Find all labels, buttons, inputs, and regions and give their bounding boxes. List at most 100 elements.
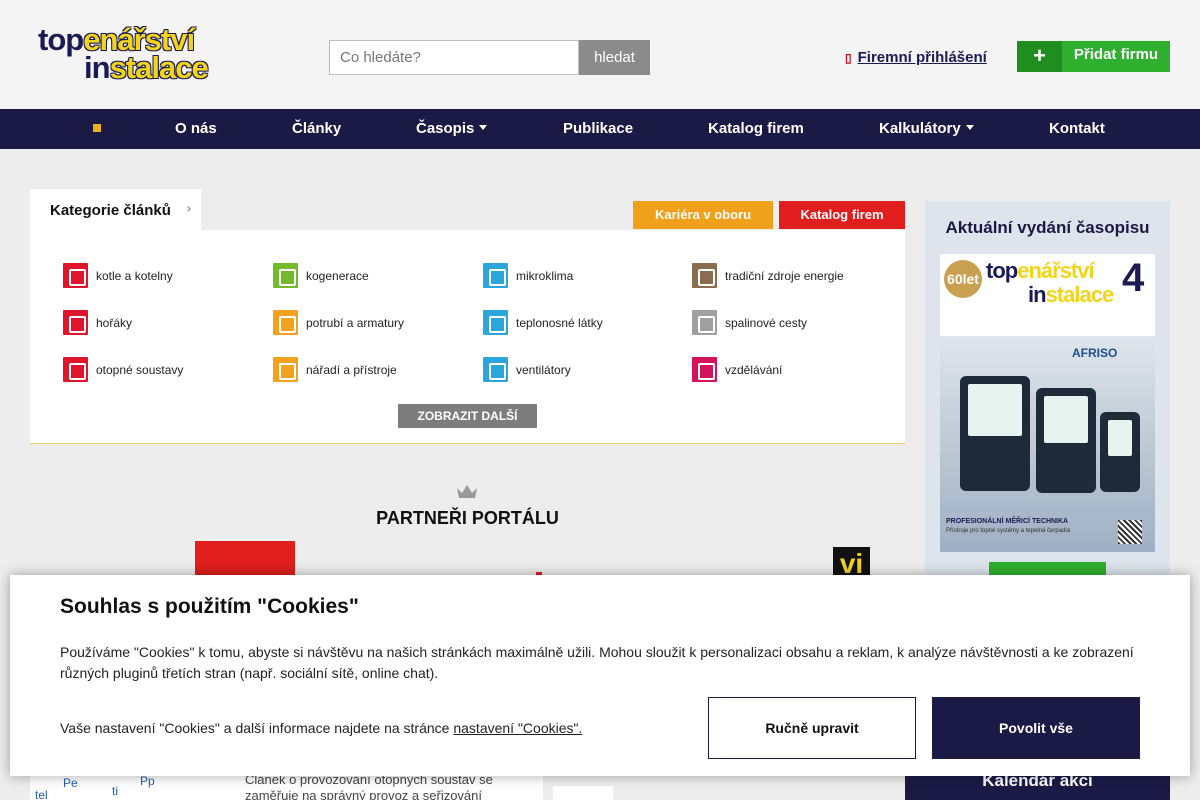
caret-down-icon xyxy=(965,125,974,130)
category-item[interactable]: vzdělávání xyxy=(692,357,782,382)
device-image xyxy=(1036,388,1096,493)
anniversary-badge: 60let xyxy=(944,260,982,298)
cookie-settings-link[interactable]: nastavení "Cookies". xyxy=(453,720,582,736)
category-label: nářadí a přístroje xyxy=(306,362,397,377)
category-item[interactable]: otopné soustavy xyxy=(63,357,183,382)
company-login-label: Firemní přihlášení xyxy=(857,49,987,66)
microclimate-icon xyxy=(483,263,508,288)
radiator-icon xyxy=(63,357,88,382)
caret-down-icon xyxy=(479,125,488,130)
sidebar-current-issue: Aktuální vydání časopisu 60let topenářst… xyxy=(925,201,1170,601)
nav-magazine[interactable]: Časopis xyxy=(416,109,488,149)
article-thumbnail[interactable]: Pe tel ti Pp xyxy=(30,772,200,800)
cover-logo-text: top xyxy=(986,258,1018,283)
category-item[interactable]: potrubí a armatury xyxy=(273,310,404,335)
category-item[interactable]: teplonosné látky xyxy=(483,310,603,335)
cover-logo-text: in xyxy=(1028,282,1047,307)
cookie-accept-all-button[interactable]: Povolit vše xyxy=(932,697,1140,759)
cover-subcaption: Přístroje pro topné systémy a tepelná če… xyxy=(946,528,1071,534)
category-panel: kotle a kotelny kogenerace mikroklima tr… xyxy=(30,230,905,444)
burner-icon xyxy=(63,310,88,335)
cover-caption: PROFESIONÁLNÍ MĚŘICÍ TECHNIKA xyxy=(946,518,1069,525)
category-label: teplonosné látky xyxy=(516,315,603,330)
nav-contact[interactable]: Kontakt xyxy=(1049,109,1105,149)
main-nav: O nás Články Časopis Publikace Katalog f… xyxy=(0,109,1200,149)
nav-home[interactable] xyxy=(93,109,101,149)
nav-catalog[interactable]: Katalog firem xyxy=(708,109,804,149)
cover-logo-text: stalace xyxy=(1045,282,1115,307)
cookie-description: Používáme "Cookies" k tomu, abyste si ná… xyxy=(60,644,1134,681)
cookie-title: Souhlas s použitím "Cookies" xyxy=(60,595,359,618)
category-label: ventilátory xyxy=(516,362,571,377)
pipe-icon xyxy=(273,310,298,335)
magazine-cover[interactable]: 60let topenářství instalace 4 AFRISO PRO… xyxy=(940,254,1155,552)
category-label: kotle a kotelny xyxy=(96,268,173,283)
plus-icon: + xyxy=(1017,41,1062,72)
search-form: hledat xyxy=(329,40,650,75)
chimney-icon xyxy=(692,310,717,335)
cover-header: 60let topenářství instalace 4 xyxy=(940,254,1155,336)
diagram-label: Pp xyxy=(140,774,155,788)
sidebar-title: Aktuální vydání časopisu xyxy=(945,218,1150,237)
tab-article-categories[interactable]: Kategorie článků xyxy=(30,189,201,230)
cookie-customize-button[interactable]: Ručně upravit xyxy=(708,697,916,759)
site-header: topenářství instalace hledat ▯ Firemní p… xyxy=(0,0,1200,109)
category-label: potrubí a armatury xyxy=(306,315,405,330)
category-item[interactable]: tradiční zdroje energie xyxy=(692,263,844,288)
nav-calculators[interactable]: Kalkulátory xyxy=(879,109,974,149)
home-icon xyxy=(93,124,101,132)
logo-text: in xyxy=(84,50,111,85)
education-icon xyxy=(692,357,717,382)
partners-title: PARTNEŘI PORTÁLU xyxy=(376,508,559,528)
nav-magazine-label: Časopis xyxy=(416,120,475,137)
cover-logo-text: enářství xyxy=(1017,258,1094,283)
add-firm-label: Přidat firmu xyxy=(1073,46,1159,63)
nav-publications[interactable]: Publikace xyxy=(563,109,633,149)
lock-icon: ▯ xyxy=(845,50,852,65)
qr-code xyxy=(1118,520,1142,544)
category-item[interactable]: kotle a kotelny xyxy=(63,263,173,288)
fan-icon xyxy=(483,357,508,382)
catalog-button[interactable]: Katalog firem xyxy=(779,201,905,229)
category-item[interactable]: mikroklima xyxy=(483,263,573,288)
tools-icon xyxy=(273,357,298,382)
category-item[interactable]: nářadí a přístroje xyxy=(273,357,397,382)
category-label: hořáky xyxy=(96,315,133,330)
cookie-consent-dialog: Souhlas s použitím "Cookies" Používáme "… xyxy=(10,575,1190,776)
diagram-label: Pe xyxy=(63,776,78,790)
tab-label: Kategorie článků xyxy=(50,202,171,219)
category-item[interactable]: hořáky xyxy=(63,310,132,335)
cogeneration-icon xyxy=(273,263,298,288)
traditional-energy-icon xyxy=(692,263,717,288)
article-excerpt: Článek o provozování otopných soustav se… xyxy=(245,772,493,800)
diagram-label: tel xyxy=(35,788,48,800)
add-firm-button[interactable]: + Přidat firmu xyxy=(1017,41,1170,72)
nav-calculators-label: Kalkulátory xyxy=(879,120,961,137)
category-label: tradiční zdroje energie xyxy=(725,268,844,283)
site-logo[interactable]: topenářství instalace xyxy=(38,24,243,86)
show-more-button[interactable]: ZOBRAZIT DALŠÍ xyxy=(398,404,537,428)
cookie-settings-text: Vaše nastavení "Cookies" a další informa… xyxy=(60,720,582,736)
category-label: vzdělávání xyxy=(725,362,783,377)
article-card[interactable]: Článek o provozování otopných soustav se… xyxy=(200,772,543,800)
search-button[interactable]: hledat xyxy=(579,40,650,75)
category-label: mikroklima xyxy=(516,268,574,283)
category-label: otopné soustavy xyxy=(96,362,184,377)
nav-about[interactable]: O nás xyxy=(175,109,217,149)
search-input[interactable] xyxy=(329,40,579,75)
boiler-icon xyxy=(63,263,88,288)
category-label: spalinové cesty xyxy=(725,315,808,330)
crown-icon xyxy=(457,485,477,498)
logo-text: stalace xyxy=(109,50,209,85)
category-item[interactable]: spalinové cesty xyxy=(692,310,807,335)
advertiser-brand: AFRISO xyxy=(1072,346,1118,360)
nav-articles[interactable]: Články xyxy=(292,109,341,149)
category-item[interactable]: kogenerace xyxy=(273,263,369,288)
career-button[interactable]: Kariéra v oboru xyxy=(633,201,773,229)
cookie-settings-label: Vaše nastavení "Cookies" a další informa… xyxy=(60,720,450,736)
company-login-link[interactable]: ▯ Firemní přihlášení xyxy=(845,49,987,66)
logo-text: top xyxy=(38,22,84,57)
issue-number: 4 xyxy=(1122,256,1145,300)
article-thumbnail[interactable] xyxy=(553,786,613,800)
category-item[interactable]: ventilátory xyxy=(483,357,571,382)
